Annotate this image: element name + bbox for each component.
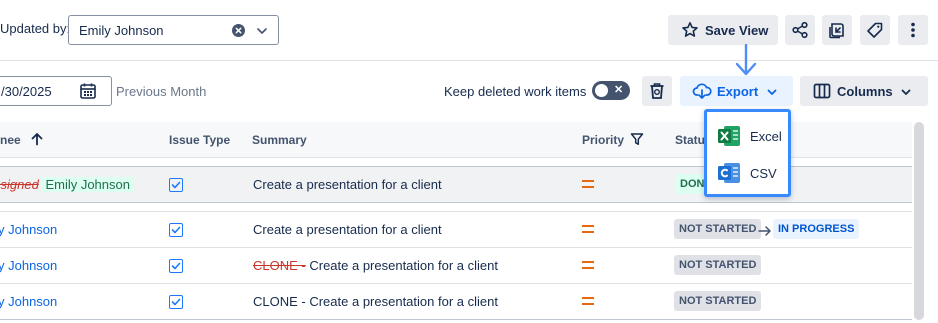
document-export-icon [829,23,844,39]
date-field[interactable]: /30/2025 [0,76,112,106]
trash-button[interactable] [642,76,672,106]
assignee-cell: ssigned Emily Johnson [0,177,133,192]
updated-by-value: Emily Johnson [79,23,164,38]
annotation-arrow-icon [733,43,759,83]
issue-type-task-icon [169,259,183,273]
summary-text: Create a presentation for a client [305,258,498,273]
export-document-button[interactable] [822,15,852,45]
priority-medium-icon [582,297,594,305]
keep-deleted-toggle[interactable]: ✕ [592,81,630,100]
cloud-download-icon [692,82,712,105]
export-label: Export [717,84,759,99]
summary-cell[interactable]: Create a presentation for a client [253,222,442,237]
status-badge: NOT STARTED [674,255,762,275]
summary-cell[interactable]: Create a presentation for a client [253,177,442,192]
columns-label: Columns [837,84,893,99]
chevron-down-icon [766,85,778,103]
export-csv-label: CSV [750,166,777,181]
assignee-cell[interactable]: y Johnson [0,294,57,309]
assignee-cell[interactable]: y Johnson [0,222,57,237]
priority-medium-icon [582,261,594,269]
row-divider [0,319,912,320]
issue-type-task-icon [169,223,183,237]
keep-deleted-label: Keep deleted work items [444,84,587,99]
column-header-priority[interactable]: Priority [582,133,644,147]
clear-icon[interactable] [232,24,245,37]
columns-icon [813,82,831,105]
scrollbar[interactable] [914,122,924,320]
tag-button[interactable] [860,15,890,45]
updated-by-label: Updated by: [0,21,71,36]
row-divider [0,247,912,248]
preset-label: Previous Month [116,84,207,99]
export-excel-item[interactable]: Excel [707,119,788,153]
columns-button[interactable]: Columns [800,76,928,106]
tag-icon [867,22,883,38]
more-vertical-icon [911,22,915,38]
summary-cell[interactable]: CLONE - Create a presentation for a clie… [253,294,498,309]
share-button[interactable] [785,15,815,45]
status-badge-to: IN PROGRESS [773,219,860,239]
export-csv-item[interactable]: CSV [707,156,788,190]
sort-ascending-icon[interactable] [30,132,44,146]
close-icon: ✕ [614,84,624,96]
assignee-removed: ssigned [0,177,39,192]
status-badge-from: NOT STARTED [674,219,762,239]
priority-medium-icon [582,180,594,188]
row-divider [0,283,912,284]
excel-icon [717,125,741,152]
export-menu: Excel CSV [704,109,791,197]
divider [0,60,938,61]
csv-icon [717,162,741,189]
share-icon [792,21,808,39]
export-excel-label: Excel [750,129,782,144]
status-badge: NOT STARTED [674,291,762,311]
date-value: /30/2025 [1,84,52,99]
summary-removed: CLONE - [253,258,306,273]
save-view-label: Save View [705,23,769,38]
trash-icon [650,83,664,99]
column-header-summary[interactable]: Summary [252,133,307,147]
more-button[interactable] [898,15,928,45]
chevron-down-icon [900,85,912,103]
column-header-assignee[interactable]: nee [0,133,43,147]
issue-type-task-icon [169,178,183,192]
priority-medium-icon [582,225,594,233]
toggle-knob [595,84,608,97]
column-header-issue-type[interactable]: Issue Type [169,133,230,147]
filter-icon[interactable] [630,132,644,146]
summary-cell[interactable]: CLONE - Create a presentation for a clie… [253,258,498,273]
chevron-down-icon[interactable] [255,24,269,43]
assignee-cell[interactable]: y Johnson [0,258,57,273]
arrow-right-icon [758,224,772,242]
calendar-icon[interactable] [79,82,97,105]
assignee-added: Emily Johnson [42,177,133,192]
updated-by-select[interactable]: Emily Johnson [68,15,279,45]
row-divider [0,211,912,212]
issue-type-task-icon [169,295,183,309]
save-view-button[interactable]: Save View [668,15,778,45]
star-icon [681,21,699,44]
